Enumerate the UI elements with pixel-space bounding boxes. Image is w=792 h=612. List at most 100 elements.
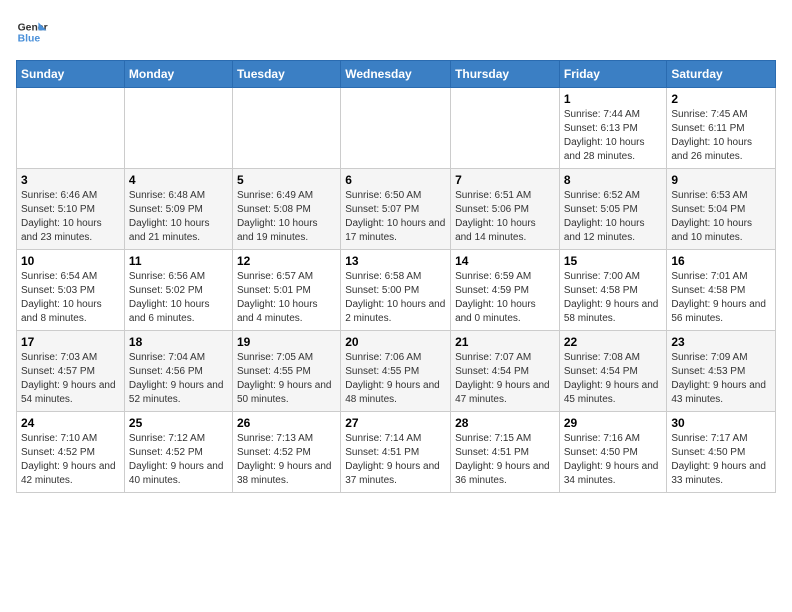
day-info: Sunrise: 7:09 AM Sunset: 4:53 PM Dayligh…	[671, 351, 771, 407]
day-info: Sunrise: 6:49 AM Sunset: 5:08 PM Dayligh…	[237, 189, 336, 245]
day-info: Sunrise: 7:03 AM Sunset: 4:57 PM Dayligh…	[21, 351, 120, 407]
day-info: Sunrise: 7:45 AM Sunset: 6:11 PM Dayligh…	[671, 108, 771, 164]
calendar-cell: 11Sunrise: 6:56 AM Sunset: 5:02 PM Dayli…	[124, 250, 232, 331]
calendar-cell: 16 Sunrise: 7:01 AM Sunset: 4:58 PM Dayli…	[667, 250, 776, 331]
logo-icon: General Blue	[16, 16, 48, 48]
header: General Blue	[16, 16, 776, 48]
day-info: Sunrise: 6:59 AM Sunset: 4:59 PM Dayligh…	[455, 270, 555, 326]
day-info: Sunrise: 7:06 AM Sunset: 4:55 PM Dayligh…	[345, 351, 446, 407]
day-number: 16	[671, 254, 771, 268]
weekday-header: Saturday	[667, 61, 776, 88]
calendar-cell: 25 Sunrise: 7:12 AM Sunset: 4:52 PM Dayli…	[124, 412, 232, 493]
day-info: Sunrise: 7:44 AM Sunset: 6:13 PM Dayligh…	[564, 108, 663, 164]
calendar-cell: 1 Sunrise: 7:44 AM Sunset: 6:13 PM Daylig…	[559, 88, 667, 169]
day-number: 17	[21, 335, 120, 349]
calendar-cell: 15Sunrise: 7:00 AM Sunset: 4:58 PM Dayli…	[559, 250, 667, 331]
day-number: 4	[129, 173, 228, 187]
weekday-header: Wednesday	[341, 61, 451, 88]
day-number: 2	[671, 92, 771, 106]
day-info: Sunrise: 7:15 AM Sunset: 4:51 PM Dayligh…	[455, 432, 555, 488]
calendar-week: 3Sunrise: 6:46 AM Sunset: 5:10 PM Daylig…	[17, 169, 776, 250]
calendar-week: 24 Sunrise: 7:10 AM Sunset: 4:52 PM Dayli…	[17, 412, 776, 493]
day-info: Sunrise: 6:56 AM Sunset: 5:02 PM Dayligh…	[129, 270, 228, 326]
calendar-cell: 6Sunrise: 6:50 AM Sunset: 5:07 PM Daylig…	[341, 169, 451, 250]
day-info: Sunrise: 6:48 AM Sunset: 5:09 PM Dayligh…	[129, 189, 228, 245]
day-number: 1	[564, 92, 663, 106]
day-number: 27	[345, 416, 446, 430]
calendar-cell: 26 Sunrise: 7:13 AM Sunset: 4:52 PM Dayli…	[232, 412, 340, 493]
day-info: Sunrise: 7:05 AM Sunset: 4:55 PM Dayligh…	[237, 351, 336, 407]
day-number: 19	[237, 335, 336, 349]
day-info: Sunrise: 6:53 AM Sunset: 5:04 PM Dayligh…	[671, 189, 771, 245]
day-number: 14	[455, 254, 555, 268]
calendar-cell: 21 Sunrise: 7:07 AM Sunset: 4:54 PM Dayli…	[451, 331, 560, 412]
day-number: 7	[455, 173, 555, 187]
day-number: 28	[455, 416, 555, 430]
day-number: 21	[455, 335, 555, 349]
calendar-cell: 2 Sunrise: 7:45 AM Sunset: 6:11 PM Daylig…	[667, 88, 776, 169]
calendar-cell: 29 Sunrise: 7:16 AM Sunset: 4:50 PM Dayli…	[559, 412, 667, 493]
day-number: 5	[237, 173, 336, 187]
calendar-body: 1 Sunrise: 7:44 AM Sunset: 6:13 PM Daylig…	[17, 88, 776, 493]
calendar-cell: 22 Sunrise: 7:08 AM Sunset: 4:54 PM Dayli…	[559, 331, 667, 412]
calendar-cell: 20 Sunrise: 7:06 AM Sunset: 4:55 PM Dayli…	[341, 331, 451, 412]
calendar-cell: 19 Sunrise: 7:05 AM Sunset: 4:55 PM Dayli…	[232, 331, 340, 412]
day-number: 24	[21, 416, 120, 430]
calendar-cell: 30 Sunrise: 7:17 AM Sunset: 4:50 PM Dayli…	[667, 412, 776, 493]
calendar-cell: 5 Sunrise: 6:49 AM Sunset: 5:08 PM Daylig…	[232, 169, 340, 250]
day-info: Sunrise: 6:52 AM Sunset: 5:05 PM Dayligh…	[564, 189, 663, 245]
day-number: 20	[345, 335, 446, 349]
calendar-cell	[17, 88, 125, 169]
day-number: 25	[129, 416, 228, 430]
calendar-cell	[232, 88, 340, 169]
logo: General Blue	[16, 16, 54, 48]
day-number: 26	[237, 416, 336, 430]
day-number: 22	[564, 335, 663, 349]
calendar-table: SundayMondayTuesdayWednesdayThursdayFrid…	[16, 60, 776, 493]
calendar-cell: 14 Sunrise: 6:59 AM Sunset: 4:59 PM Dayli…	[451, 250, 560, 331]
day-info: Sunrise: 6:58 AM Sunset: 5:00 PM Dayligh…	[345, 270, 446, 326]
calendar-cell: 23 Sunrise: 7:09 AM Sunset: 4:53 PM Dayli…	[667, 331, 776, 412]
day-info: Sunrise: 7:07 AM Sunset: 4:54 PM Dayligh…	[455, 351, 555, 407]
day-info: Sunrise: 7:10 AM Sunset: 4:52 PM Dayligh…	[21, 432, 120, 488]
day-number: 9	[671, 173, 771, 187]
calendar-header: SundayMondayTuesdayWednesdayThursdayFrid…	[17, 61, 776, 88]
calendar-cell: 10 Sunrise: 6:54 AM Sunset: 5:03 PM Dayli…	[17, 250, 125, 331]
calendar-cell	[451, 88, 560, 169]
calendar-cell: 27 Sunrise: 7:14 AM Sunset: 4:51 PM Dayli…	[341, 412, 451, 493]
weekday-header: Friday	[559, 61, 667, 88]
weekday-header: Monday	[124, 61, 232, 88]
calendar-cell: 24 Sunrise: 7:10 AM Sunset: 4:52 PM Dayli…	[17, 412, 125, 493]
calendar-cell: 13Sunrise: 6:58 AM Sunset: 5:00 PM Dayli…	[341, 250, 451, 331]
calendar-cell: 17 Sunrise: 7:03 AM Sunset: 4:57 PM Dayli…	[17, 331, 125, 412]
day-info: Sunrise: 7:14 AM Sunset: 4:51 PM Dayligh…	[345, 432, 446, 488]
day-info: Sunrise: 6:46 AM Sunset: 5:10 PM Dayligh…	[21, 189, 120, 245]
day-number: 10	[21, 254, 120, 268]
day-info: Sunrise: 7:17 AM Sunset: 4:50 PM Dayligh…	[671, 432, 771, 488]
day-info: Sunrise: 7:04 AM Sunset: 4:56 PM Dayligh…	[129, 351, 228, 407]
calendar-cell	[124, 88, 232, 169]
calendar-cell: 12 Sunrise: 6:57 AM Sunset: 5:01 PM Dayli…	[232, 250, 340, 331]
calendar-week: 1 Sunrise: 7:44 AM Sunset: 6:13 PM Daylig…	[17, 88, 776, 169]
day-number: 6	[345, 173, 446, 187]
day-info: Sunrise: 7:08 AM Sunset: 4:54 PM Dayligh…	[564, 351, 663, 407]
day-number: 29	[564, 416, 663, 430]
day-info: Sunrise: 7:16 AM Sunset: 4:50 PM Dayligh…	[564, 432, 663, 488]
day-number: 18	[129, 335, 228, 349]
day-number: 30	[671, 416, 771, 430]
calendar-week: 17 Sunrise: 7:03 AM Sunset: 4:57 PM Dayli…	[17, 331, 776, 412]
calendar-cell: 7Sunrise: 6:51 AM Sunset: 5:06 PM Daylig…	[451, 169, 560, 250]
calendar-cell	[341, 88, 451, 169]
calendar-cell: 8Sunrise: 6:52 AM Sunset: 5:05 PM Daylig…	[559, 169, 667, 250]
day-info: Sunrise: 7:01 AM Sunset: 4:58 PM Dayligh…	[671, 270, 771, 326]
calendar-week: 10 Sunrise: 6:54 AM Sunset: 5:03 PM Dayli…	[17, 250, 776, 331]
day-info: Sunrise: 7:13 AM Sunset: 4:52 PM Dayligh…	[237, 432, 336, 488]
weekday-header: Thursday	[451, 61, 560, 88]
day-info: Sunrise: 6:57 AM Sunset: 5:01 PM Dayligh…	[237, 270, 336, 326]
day-number: 23	[671, 335, 771, 349]
day-number: 12	[237, 254, 336, 268]
weekday-header: Tuesday	[232, 61, 340, 88]
day-info: Sunrise: 7:12 AM Sunset: 4:52 PM Dayligh…	[129, 432, 228, 488]
day-info: Sunrise: 6:54 AM Sunset: 5:03 PM Dayligh…	[21, 270, 120, 326]
calendar-cell: 4 Sunrise: 6:48 AM Sunset: 5:09 PM Daylig…	[124, 169, 232, 250]
